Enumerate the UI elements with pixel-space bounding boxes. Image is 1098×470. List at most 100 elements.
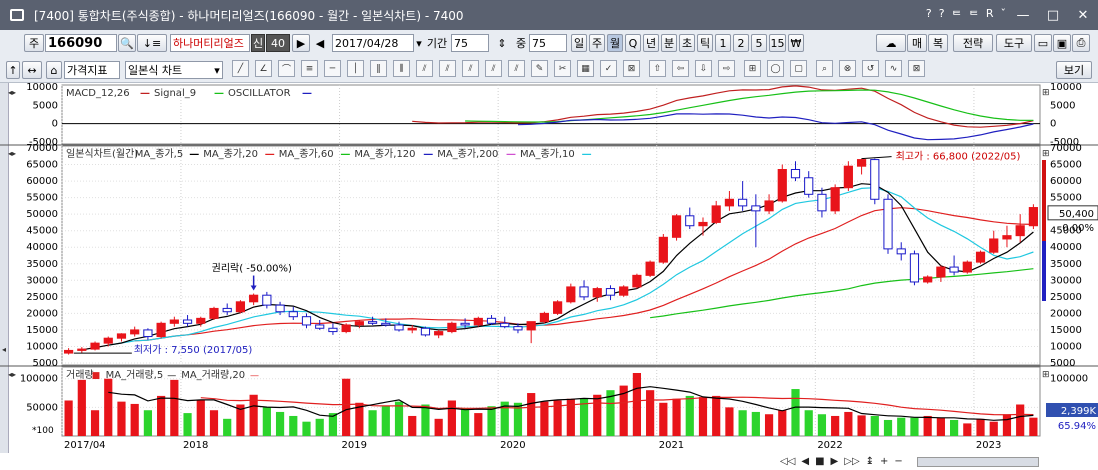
horizontal-line-icon[interactable]: ─	[324, 60, 341, 77]
next-arrow-icon[interactable]: ▶	[292, 34, 310, 52]
interval-button[interactable]: 5	[751, 34, 767, 52]
scissors-icon[interactable]: ✂	[554, 60, 571, 77]
layout-icon[interactable]: ᄐ	[952, 7, 962, 23]
scroll-first-icon[interactable]: ◁◁	[780, 456, 795, 467]
home-icon[interactable]: ⌂	[46, 61, 62, 79]
volume-bar	[447, 400, 456, 436]
arrow-up-icon[interactable]: ⇧	[649, 60, 666, 77]
indicator-select[interactable]: 가격지표	[64, 61, 120, 79]
info-icon[interactable]: ?	[939, 7, 945, 23]
search-icon[interactable]: 🔍	[118, 34, 136, 52]
minimize-button[interactable]: —	[1008, 0, 1038, 30]
period-input[interactable]: 75	[451, 34, 489, 52]
interval-button[interactable]: 년	[643, 34, 659, 52]
volume-bar	[897, 417, 906, 436]
interval-button[interactable]: 일	[571, 34, 587, 52]
zoom-out-icon[interactable]: −	[894, 456, 902, 467]
arrow-down-icon[interactable]: ⇩	[695, 60, 712, 77]
rectangle-icon[interactable]: ▢	[790, 60, 807, 77]
price-legend-item: MA_종가,120	[354, 148, 415, 160]
prev-arrow-icon[interactable]: ◀	[312, 34, 328, 52]
pencil-icon[interactable]: ✎	[531, 60, 548, 77]
channel3-icon[interactable]: ⫽	[462, 60, 479, 77]
interval-button[interactable]: Q	[625, 34, 641, 52]
box-icon[interactable]: ⊞	[744, 60, 761, 77]
reset-icon[interactable]: R	[986, 7, 994, 23]
view-button[interactable]: 보기	[1056, 61, 1092, 79]
strategy-button[interactable]: 전략	[953, 34, 993, 52]
volume-bar	[262, 407, 271, 436]
buy-button[interactable]: 매	[907, 34, 927, 52]
stop-icon[interactable]: ■	[815, 456, 824, 467]
price-tick-left: 5000	[33, 358, 58, 369]
parallel-line-icon[interactable]: ‖	[370, 60, 387, 77]
stock-code-input[interactable]: 166090	[45, 34, 117, 52]
save-icon[interactable]: ▣	[1053, 34, 1071, 52]
price-tick-left: 65000	[26, 160, 58, 171]
angle-line-icon[interactable]: ∠	[255, 60, 272, 77]
scroll-last-icon[interactable]: ▷▷	[844, 456, 859, 467]
close-button[interactable]: ✕	[1068, 0, 1098, 30]
date-dropdown-icon[interactable]: ▾	[415, 34, 423, 52]
vertical-line-icon[interactable]: │	[347, 60, 364, 77]
erase-icon[interactable]: ⊠	[623, 60, 640, 77]
auto-scale-icon[interactable]: ↨	[866, 456, 874, 467]
market-select[interactable]: 주	[24, 34, 44, 52]
scroll-slider[interactable]	[916, 456, 1039, 467]
wave-icon[interactable]: ∿	[885, 60, 902, 77]
volume-bar	[936, 417, 945, 436]
fibo-icon[interactable]: ⫼	[393, 60, 410, 77]
zoom-icon[interactable]: ⌕	[816, 60, 833, 77]
chart-type-select[interactable]: 일본식 차트	[125, 61, 223, 79]
cloud-icon[interactable]: ☁	[876, 34, 906, 52]
channel2-icon[interactable]: ⫽	[439, 60, 456, 77]
channel5-icon[interactable]: ⫽	[508, 60, 525, 77]
trend-line-icon[interactable]: ╱	[232, 60, 249, 77]
candle-body	[579, 286, 589, 298]
scroll-prev-icon[interactable]: ◀	[801, 456, 809, 467]
zoom-in-icon[interactable]: +	[880, 456, 888, 467]
fan-icon[interactable]: ≡	[301, 60, 318, 77]
open-folder-icon[interactable]: ▭	[1034, 34, 1052, 52]
interval-button[interactable]: 15	[769, 34, 786, 52]
maximize-button[interactable]: □	[1038, 0, 1068, 30]
interval-button[interactable]: 틱	[697, 34, 713, 52]
chart-area[interactable]: 2017/04 2018 2019 2020 2021 2022 2023 5000 5000 1…	[0, 83, 1098, 453]
grid-icon[interactable]: ▦	[577, 60, 594, 77]
circle-icon[interactable]: ◯	[767, 60, 784, 77]
interval-button[interactable]: ₩	[788, 34, 804, 52]
pointer-up-icon[interactable]: ↑	[6, 61, 20, 79]
channel4-icon[interactable]: ⫽	[485, 60, 502, 77]
delete-icon[interactable]: ⊠	[908, 60, 925, 77]
check-icon[interactable]: ✓	[600, 60, 617, 77]
arrow-right-icon[interactable]: ⇨	[718, 60, 735, 77]
code-list-icon[interactable]: ↓≡	[137, 34, 167, 52]
interval-button[interactable]: 2	[733, 34, 749, 52]
interval-button[interactable]: 주	[589, 34, 605, 52]
menu-caret-icon[interactable]: ˇ	[1001, 7, 1007, 23]
rotate-icon[interactable]: ↺	[862, 60, 879, 77]
chart-type-dropdown-icon[interactable]: ▾	[211, 61, 223, 79]
volume-bar	[738, 410, 747, 436]
tools-button[interactable]: 도구	[996, 34, 1032, 52]
expand-icon[interactable]: ↔	[22, 61, 42, 79]
screen-icon[interactable]: ᄐ	[969, 7, 979, 23]
copy-button[interactable]: 복	[928, 34, 948, 52]
arrow-left-icon[interactable]: ⇦	[672, 60, 689, 77]
scroll-next-icon[interactable]: ▶	[831, 456, 839, 467]
cycle-icon[interactable]: ⊗	[839, 60, 856, 77]
period-spin-icon[interactable]: ⇕	[492, 34, 512, 52]
interval-button[interactable]: 1	[715, 34, 731, 52]
candle-body	[790, 169, 801, 179]
volume-scale-label: *100	[32, 426, 54, 436]
interval-button[interactable]: 월	[607, 34, 623, 52]
help-icon[interactable]: ?	[926, 7, 932, 23]
channel-icon[interactable]: ⫽	[416, 60, 433, 77]
candle-body	[645, 261, 655, 276]
print-icon[interactable]: ⎙	[1072, 34, 1090, 52]
date-input[interactable]: 2017/04/28	[332, 34, 414, 52]
interval-button[interactable]: 초	[679, 34, 695, 52]
count-input[interactable]: 75	[529, 34, 567, 52]
arc-icon[interactable]: ⌒	[278, 60, 295, 77]
interval-button[interactable]: 분	[661, 34, 677, 52]
